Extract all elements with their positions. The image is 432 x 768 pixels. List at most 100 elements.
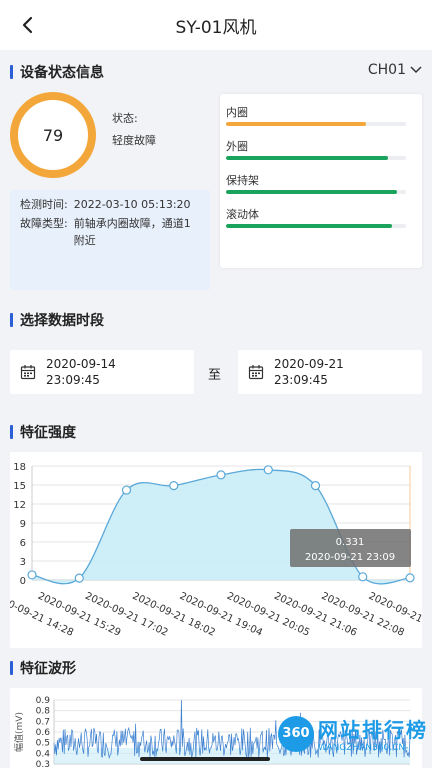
fault-type-value: 前轴承内圈故障，通道1附近 — [73, 217, 191, 247]
bar-fill — [226, 224, 392, 228]
app-screen: SY-01风机 设备状态信息 CH01 79 状态: 轻度故障 检测时间: 20… — [0, 0, 432, 768]
y-tick-label: 0.5 — [36, 739, 50, 749]
detection-info-box: 检测时间: 2022-03-10 05:13:20 故障类型: 前轴承内圈故障，… — [10, 190, 210, 290]
feature-strength-svg: 03691215182020-09-21 14:282020-09-21 15:… — [0, 462, 432, 639]
watermark-text: 网站排行榜 WANGZHAN360.CN- — [318, 714, 428, 753]
bar-fill — [226, 156, 388, 160]
tooltip-value: 0.331 — [336, 537, 365, 548]
feature-strength-header: 特征强度 — [0, 412, 432, 452]
start-date: 2020-09-14 — [46, 357, 116, 371]
health-score: 79 — [42, 125, 64, 145]
y-tick-label: 15 — [13, 481, 26, 492]
x-tick-label: 2020-09-21 15:29 — [36, 591, 122, 639]
watermark-logo: 360 网站排行榜 WANGZHAN360.CN- — [278, 714, 428, 753]
chevron-left-icon — [22, 16, 33, 34]
x-tick-label: 2020-09-21 21:06 — [272, 591, 358, 639]
top-bar: SY-01风机 — [0, 0, 432, 50]
y-tick-label: 0.8 — [36, 707, 51, 717]
section-accent-bar — [10, 65, 13, 79]
y-tick-label: 0.7 — [36, 717, 50, 727]
x-tick-label: 2020-09-21 17:02 — [83, 591, 169, 639]
tooltip-time: 2020-09-21 23:09 — [305, 552, 395, 563]
watermark-big: 网站排行榜 — [318, 718, 428, 742]
detect-time-value: 2022-03-10 05:13:20 — [73, 198, 191, 211]
back-button[interactable] — [14, 12, 40, 38]
y-tick-label: 3 — [20, 557, 26, 568]
calendar-icon — [248, 365, 264, 380]
start-time: 23:09:45 — [46, 373, 100, 387]
bar-track — [226, 156, 406, 160]
data-point — [74, 573, 84, 583]
detect-time-row: 检测时间: 2022-03-10 05:13:20 — [20, 196, 200, 213]
y-tick-label: 0.9 — [36, 696, 51, 706]
y-tick-label: 9 — [20, 519, 26, 530]
data-point — [358, 572, 368, 582]
component-label: 保持架 — [226, 174, 259, 187]
device-status-panel: CH01 79 状态: 轻度故障 检测时间: 2022-03-10 05:13:… — [0, 62, 432, 312]
date-separator: 至 — [208, 368, 222, 383]
detect-time-label: 检测时间: — [20, 198, 68, 211]
section-title: 特征波形 — [20, 661, 76, 677]
bar-track — [226, 190, 406, 194]
x-tick-label: 2020-09-21 19:04 — [178, 591, 264, 639]
x-tick-label: 2020-09-21 22:08 — [319, 591, 405, 639]
end-date: 2020-09-21 — [274, 357, 344, 371]
y-tick-label: 18 — [13, 462, 26, 473]
date-range-row: 2020-09-14 23:09:45 至 2020-09-21 23:09:4… — [0, 350, 432, 418]
bar-fill — [226, 190, 397, 194]
bar-track — [226, 224, 406, 228]
component-label: 滚动体 — [226, 208, 259, 221]
bar-track — [226, 122, 406, 126]
fault-component-card: 内圈 外圈 保持架 滚动体 — [220, 94, 422, 268]
y-tick-label: 6 — [20, 538, 26, 549]
section-accent-bar — [10, 661, 13, 675]
section-title: 特征强度 — [20, 425, 76, 441]
data-point — [263, 465, 273, 475]
section-accent-bar — [10, 425, 13, 439]
start-date-text: 2020-09-14 23:09:45 — [46, 356, 116, 388]
data-point — [405, 573, 415, 583]
section-title: 选择数据时段 — [20, 313, 104, 329]
calendar-icon — [20, 365, 36, 380]
data-point — [27, 570, 37, 580]
channel-value: CH01 — [367, 62, 406, 78]
watermark-circle: 360 — [278, 715, 314, 752]
start-date-picker[interactable]: 2020-09-14 23:09:45 — [10, 350, 194, 394]
component-bar-inner-ring: 内圈 — [226, 104, 406, 138]
health-score-ring: 79 — [10, 92, 96, 178]
feature-strength-chart[interactable]: 0 3 6 9 12 15 18 2020-09-21 14:28 2020-09-21 15:… — [0, 452, 432, 648]
status-label: 状态: — [112, 112, 138, 125]
data-point — [121, 485, 132, 495]
end-date-picker[interactable]: 2020-09-21 23:09:45 — [238, 350, 422, 394]
y-tick-label: 0.6 — [36, 728, 51, 738]
watermark-small: WANGZHAN360.CN- — [318, 743, 409, 753]
component-bar-outer-ring: 外圈 — [226, 138, 406, 172]
fault-type-row: 故障类型: 前轴承内圈故障，通道1附近 — [20, 215, 200, 249]
end-time: 23:09:45 — [274, 373, 328, 387]
section-accent-bar — [10, 313, 13, 327]
bar-fill — [226, 122, 367, 126]
y-tick-label: 0.4 — [36, 749, 51, 759]
x-tick-label: 2020-09-21 18:02 — [130, 591, 216, 639]
data-point — [169, 481, 179, 491]
component-bar-cage: 保持架 — [226, 172, 406, 206]
y-tick-label: 0.3 — [36, 760, 50, 768]
section-title: 设备状态信息 — [20, 65, 104, 81]
y-tick-label: 0 — [20, 576, 26, 587]
component-label: 外圈 — [226, 140, 248, 153]
data-point — [216, 470, 226, 480]
chevron-down-icon — [410, 66, 422, 74]
status-value: 轻度故障 — [112, 134, 156, 147]
y-tick-label: 12 — [13, 500, 26, 511]
y-axis-label: 幅值(mV) — [13, 712, 25, 752]
component-bar-rolling-element: 滚动体 — [226, 206, 406, 240]
component-label: 内圈 — [226, 106, 248, 119]
x-tick-label: 2020-09-21 20:05 — [225, 591, 311, 639]
data-point — [310, 481, 321, 491]
channel-select[interactable]: CH01 — [368, 62, 422, 78]
feature-waveform-header: 特征波形 — [0, 648, 432, 688]
end-date-text: 2020-09-21 23:09:45 — [274, 356, 344, 388]
fault-type-label: 故障类型: — [20, 217, 68, 230]
page-title: SY-01风机 — [175, 17, 257, 38]
home-indicator[interactable] — [140, 757, 270, 761]
